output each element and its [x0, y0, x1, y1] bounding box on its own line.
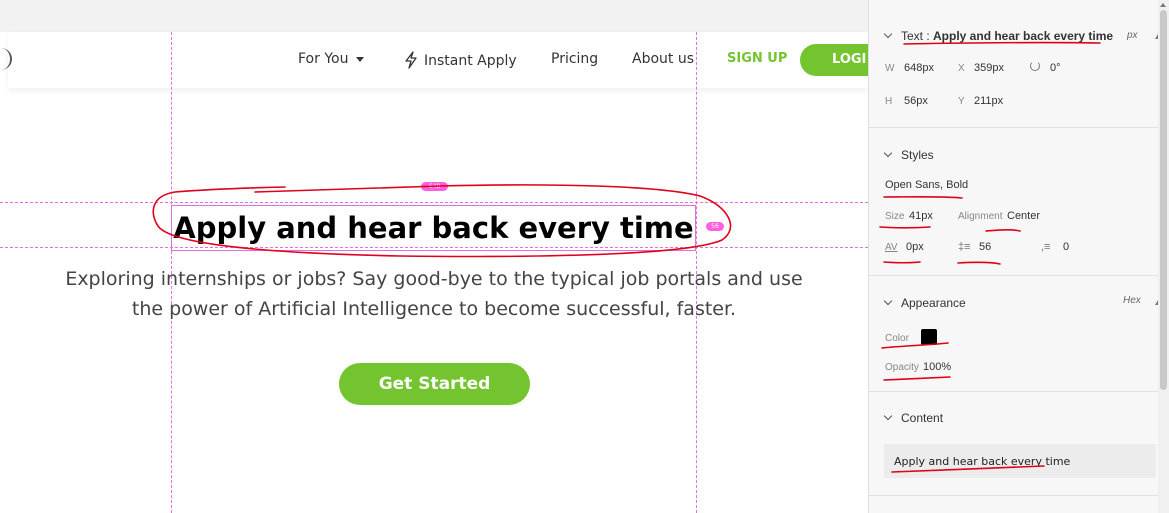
h-value[interactable]: 56px	[904, 95, 928, 107]
design-canvas[interactable]: For You Instant Apply Pricing About us S…	[0, 0, 868, 513]
nav-for-you-label: For You	[298, 51, 349, 67]
x-label: X	[958, 63, 965, 74]
unit-selector[interactable]: px	[1127, 30, 1138, 41]
y-value[interactable]: 211px	[974, 95, 1003, 107]
scrollbar-thumb[interactable]	[1160, 10, 1167, 390]
color-label: Color	[885, 333, 909, 344]
color-swatch[interactable]	[921, 329, 937, 345]
line-height-value[interactable]: 56	[979, 241, 991, 253]
height-badge: 56	[706, 222, 724, 231]
font-family-value[interactable]: Open Sans, Bold	[885, 179, 968, 191]
chevron-down-icon	[883, 296, 893, 306]
paragraph-spacing-icon: ,≡	[1041, 241, 1051, 253]
h-label: H	[885, 96, 893, 107]
lightning-icon	[405, 51, 417, 69]
signup-link[interactable]: SIGN UP	[727, 51, 787, 66]
canvas-top-band	[0, 0, 868, 32]
tracking-label: AV	[885, 242, 898, 253]
size-label: Size	[885, 211, 905, 222]
paragraph-spacing-value[interactable]: 0	[1063, 241, 1069, 253]
content-header[interactable]: Content	[883, 411, 944, 425]
rotation-value[interactable]: 0°	[1050, 62, 1061, 74]
styles-header[interactable]: Styles	[883, 148, 934, 162]
styles-section: Styles Open Sans, Bold Size 41px Alignme…	[869, 128, 1159, 276]
alignment-value[interactable]: Center	[1007, 210, 1040, 222]
x-value[interactable]: 359px	[974, 62, 1004, 74]
hero-subtitle-line-2: the power of Artificial Intelligence to …	[131, 298, 737, 320]
text-prefix: Text :	[901, 29, 934, 43]
opacity-value[interactable]: 100%	[923, 361, 951, 373]
width-badge: 648	[421, 182, 448, 191]
tracking-value[interactable]: 0px	[906, 241, 924, 253]
chevron-down-icon	[883, 29, 893, 39]
properties-panel: Text : Apply and hear back every time px…	[868, 0, 1169, 513]
chevron-down-icon	[883, 148, 893, 158]
color-mode-selector[interactable]: Hex	[1123, 295, 1141, 306]
chevron-down-icon	[883, 411, 893, 421]
hero-title[interactable]: Apply and hear back every time	[171, 205, 696, 251]
login-button[interactable]: LOGI	[800, 44, 868, 76]
nav-pricing[interactable]: Pricing	[551, 51, 598, 67]
caret-down-icon	[356, 56, 365, 62]
content-title: Content	[901, 411, 944, 425]
hero-subtitle[interactable]: Exploring internships or jobs? Say good-…	[20, 264, 848, 324]
hero-subtitle-line-1: Exploring internships or jobs? Say good-…	[65, 268, 803, 290]
appearance-header[interactable]: Appearance	[883, 296, 966, 310]
nav-for-you[interactable]: For You	[298, 51, 365, 67]
styles-title: Styles	[901, 148, 934, 162]
nav-about-us[interactable]: About us	[632, 51, 694, 67]
alignment-label: Alignment	[958, 211, 1003, 222]
rotate-icon	[1030, 61, 1040, 71]
appearance-title: Appearance	[901, 296, 966, 310]
guide-top	[0, 202, 868, 203]
opacity-label: Opacity	[885, 362, 919, 373]
text-layer-name: Apply and hear back every time	[933, 29, 1114, 43]
y-label: Y	[958, 96, 965, 107]
appearance-section: Appearance Color Opacity 100%	[869, 276, 1159, 392]
get-started-button[interactable]: Get Started	[339, 363, 530, 405]
nav-instant-apply-label: Instant Apply	[424, 53, 517, 69]
scroll-up-arrow-icon[interactable]	[1160, 3, 1166, 7]
text-section: Text : Apply and hear back every time px…	[869, 0, 1161, 128]
content-text-value: Apply and hear back every time	[894, 455, 1071, 468]
size-value[interactable]: 41px	[909, 210, 933, 222]
line-height-icon: ‡≡	[958, 241, 971, 253]
w-value[interactable]: 648px	[904, 62, 934, 74]
text-section-header[interactable]: Text : Apply and hear back every time	[883, 29, 1114, 43]
w-label: W	[885, 63, 895, 74]
nav-instant-apply[interactable]: Instant Apply	[404, 51, 517, 69]
